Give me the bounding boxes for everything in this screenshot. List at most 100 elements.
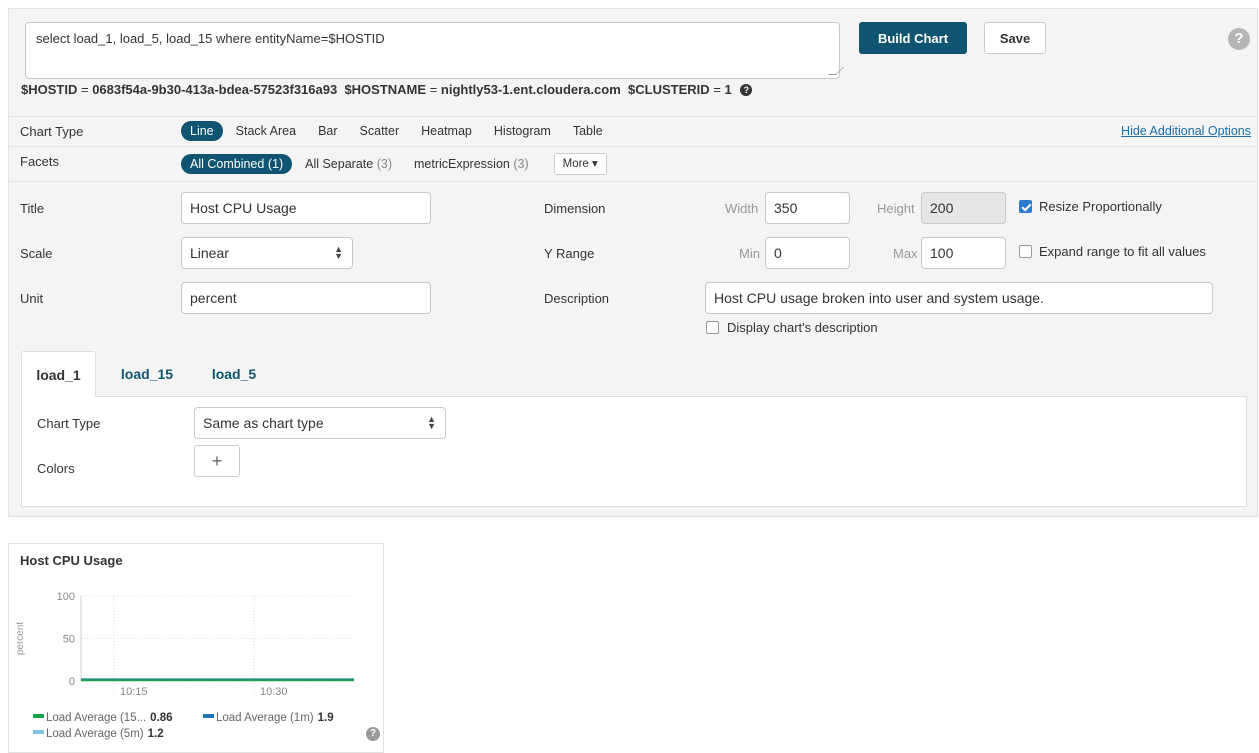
chart-type-line[interactable]: Line <box>181 121 223 141</box>
width-label: Width <box>725 201 759 216</box>
facet-all-combined[interactable]: All Combined (1) <box>181 154 293 174</box>
chart-type-table[interactable]: Table <box>564 121 612 141</box>
legend-value: 0.86 <box>150 712 173 724</box>
y-tick-label: 50 <box>63 634 75 646</box>
legend-value: 1.2 <box>147 728 164 740</box>
legend-label: Load Average (15... <box>46 712 147 724</box>
query-text: select load_1, load_5, load_15 where ent… <box>36 31 385 46</box>
equals-sign: = <box>429 82 438 97</box>
var-value-hostname: nightly53-1.ent.cloudera.com <box>440 82 621 97</box>
equals-sign: = <box>713 82 721 97</box>
scale-label: Scale <box>20 246 53 261</box>
display-description-checkbox[interactable] <box>706 321 719 334</box>
legend-item[interactable]: Load Average (15... 0.86 <box>33 712 173 724</box>
build-chart-button[interactable]: Build Chart <box>859 22 967 54</box>
legend-label: Load Average (1m) <box>216 712 314 724</box>
chart-type-row: Chart Type Line Stack Area Bar Scatter H… <box>9 116 1257 145</box>
y-tick-label: 0 <box>69 676 75 688</box>
chart-type-scatter[interactable]: Scatter <box>351 121 409 141</box>
var-name-hostname: $HOSTNAME <box>344 82 427 97</box>
x-tick-label: 10:15 <box>120 686 148 698</box>
tab-load-1[interactable]: load_1 <box>21 351 96 397</box>
expand-range-checkbox[interactable] <box>1019 245 1032 258</box>
more-dropdown-button[interactable]: More ▾ <box>553 153 607 175</box>
legend-swatch <box>33 730 44 734</box>
select-arrows-icon: ▲ ▼ <box>334 244 343 261</box>
expand-range-label: Expand range to fit all values <box>1039 244 1206 259</box>
legend-value: 1.9 <box>317 712 334 724</box>
facet-label: metricExpression <box>413 157 510 171</box>
x-tick-label: 10:30 <box>260 686 288 698</box>
facet-count: (1) <box>267 157 284 171</box>
save-button[interactable]: Save <box>984 22 1046 54</box>
var-value-hostid: 0683f54a-9b30-413a-bdea-57523f316a93 <box>92 82 338 97</box>
facets-row: Facets All Combined (1) All Separate (3)… <box>9 146 1257 181</box>
title-input[interactable]: Host CPU Usage <box>181 192 431 224</box>
resize-proportionally-label: Resize Proportionally <box>1039 199 1162 214</box>
legend-swatch <box>203 714 214 718</box>
title-label: Title <box>20 201 45 216</box>
min-label: Min <box>739 246 760 261</box>
display-description-label: Display chart's description <box>727 320 878 335</box>
chart-help-icon[interactable]: ? <box>366 727 380 741</box>
description-textarea[interactable]: Host CPU usage broken into user and syst… <box>705 282 1213 314</box>
chart-builder-panel: select load_1, load_5, load_15 where ent… <box>8 8 1258 517</box>
series-chart-type-label: Chart Type <box>37 416 101 431</box>
facets-options: All Combined (1) All Separate (3) metric… <box>181 153 607 175</box>
height-input: 200 <box>921 192 1006 224</box>
dimension-label: Dimension <box>544 201 606 216</box>
help-icon[interactable]: ? <box>1228 28 1250 50</box>
plus-icon: + <box>211 451 223 471</box>
chart-type-stack-area[interactable]: Stack Area <box>227 121 305 141</box>
select-arrows-icon: ▲ ▼ <box>427 414 436 431</box>
scale-value: Linear <box>190 245 229 261</box>
max-label: Max <box>893 246 918 261</box>
facet-all-separate[interactable]: All Separate (3) <box>296 154 401 174</box>
variables-help-icon[interactable]: ? <box>740 84 753 96</box>
y-axis-label: percent <box>15 622 26 656</box>
height-label: Height <box>877 201 915 216</box>
chart-options-form: Title Host CPU Usage Scale Linear ▲ ▼ Uni… <box>9 181 1257 356</box>
max-input[interactable]: 100 <box>921 237 1006 269</box>
var-name-clusterid: $CLUSTERID <box>628 82 710 97</box>
line-chart: 0 50 100 percent 10:15 10:30 <box>15 591 354 698</box>
var-name-hostid: $HOSTID <box>21 82 78 97</box>
y-range-label: Y Range <box>544 246 595 261</box>
scale-select[interactable]: Linear ▲ ▼ <box>181 237 353 269</box>
series-chart-type-value: Same as chart type <box>203 415 324 431</box>
resize-proportionally-checkbox[interactable] <box>1019 200 1032 213</box>
variables-line: $HOSTID = 0683f54a-9b30-413a-bdea-57523f… <box>21 82 1251 97</box>
equals-sign: = <box>80 82 89 97</box>
colors-label: Colors <box>37 461 75 476</box>
chart-preview-card: Host CPU Usage 0 50 100 percent 10:15 10:30 L… <box>8 543 384 753</box>
chart-type-options: Line Stack Area Bar Scatter Heatmap Hist… <box>181 121 616 141</box>
series-options-panel: load_1 load_15 load_5 Chart Type Same as… <box>21 351 1247 509</box>
facet-label: All Separate <box>305 157 374 171</box>
series-options-body: Chart Type Same as chart type ▲ ▼ Colors … <box>21 396 1247 507</box>
chart-type-label: Chart Type <box>20 124 84 139</box>
chart-type-histogram[interactable]: Histogram <box>485 121 560 141</box>
legend-swatch <box>33 714 44 718</box>
legend-item[interactable]: Load Average (5m) 1.2 <box>33 728 164 740</box>
unit-input[interactable]: percent <box>181 282 431 314</box>
width-input[interactable]: 350 <box>765 192 850 224</box>
facet-count: (3) <box>376 157 392 171</box>
add-color-button[interactable]: + <box>194 445 240 477</box>
facet-label: All Combined <box>190 157 265 171</box>
facet-metric-expression[interactable]: metricExpression (3) <box>405 154 538 174</box>
unit-label: Unit <box>20 291 44 306</box>
legend-item[interactable]: Load Average (1m) 1.9 <box>203 712 334 724</box>
query-textarea[interactable]: select load_1, load_5, load_15 where ent… <box>25 22 844 79</box>
tab-load-15[interactable]: load_15 <box>107 351 187 397</box>
description-label: Description <box>544 291 610 306</box>
y-tick-label: 100 <box>57 591 75 603</box>
min-input[interactable]: 0 <box>765 237 850 269</box>
chart-title: Host CPU Usage <box>20 553 123 568</box>
resize-grip-icon[interactable] <box>828 67 844 75</box>
chart-type-heatmap[interactable]: Heatmap <box>412 121 481 141</box>
hide-additional-options-link[interactable]: Hide Additional Options <box>1121 124 1251 138</box>
chart-type-bar[interactable]: Bar <box>309 121 346 141</box>
tab-load-5[interactable]: load_5 <box>199 351 269 397</box>
var-value-clusterid: 1 <box>724 82 732 97</box>
series-chart-type-select[interactable]: Same as chart type ▲ ▼ <box>194 407 446 439</box>
